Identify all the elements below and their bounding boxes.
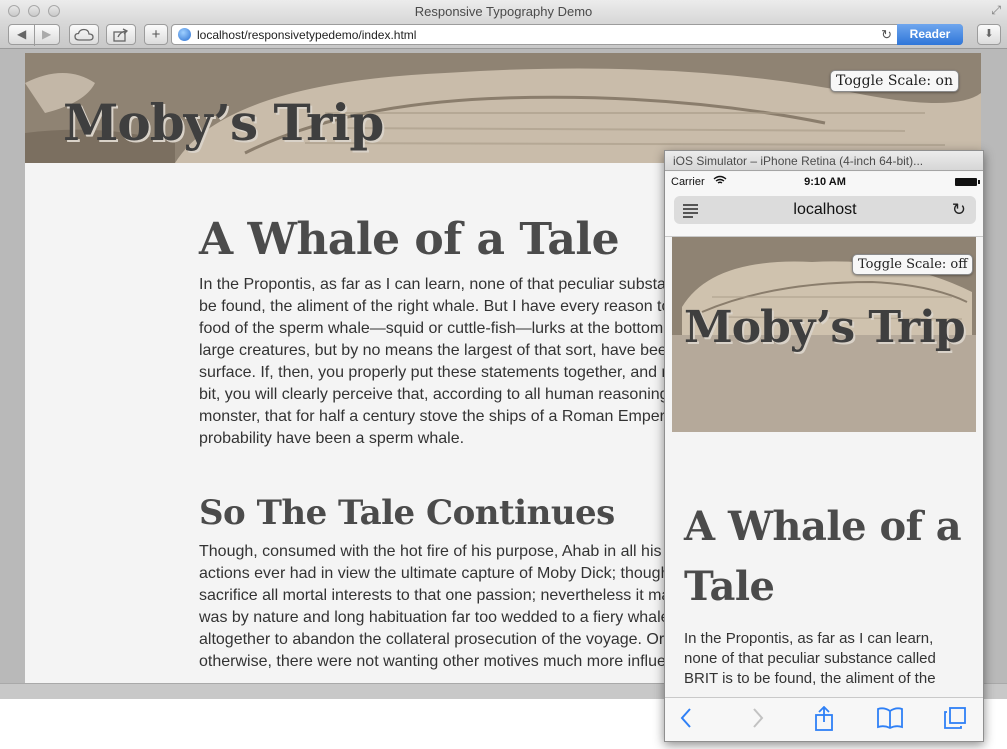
back-icon[interactable] bbox=[679, 706, 693, 737]
browser-toolbar: ◀ ▶ + localhost/responsivetypedemo/index… bbox=[0, 22, 1007, 49]
new-tab-button[interactable]: + bbox=[144, 24, 168, 45]
mobile-article-paragraph: In the Propontis, as far as I can learn,… bbox=[684, 629, 972, 689]
address-bar[interactable]: localhost/responsivetypedemo/index.html … bbox=[171, 24, 963, 45]
toggle-scale-button[interactable]: Toggle Scale: on bbox=[830, 70, 959, 92]
status-time: 9:10 AM bbox=[804, 176, 846, 188]
battery-icon bbox=[955, 178, 980, 186]
url-text[interactable]: localhost/responsivetypedemo/index.html bbox=[197, 28, 416, 42]
mobile-hero-banner: Toggle Scale: off Moby’s Trip bbox=[672, 237, 976, 432]
cloud-icon bbox=[74, 28, 94, 41]
reader-button[interactable]: Reader bbox=[897, 24, 963, 45]
tabs-icon[interactable] bbox=[942, 706, 968, 737]
forward-icon[interactable] bbox=[751, 706, 765, 737]
globe-icon bbox=[178, 28, 191, 41]
back-forward-group: ◀ ▶ bbox=[8, 24, 60, 46]
ios-host-label[interactable]: localhost bbox=[674, 201, 976, 219]
share-button[interactable] bbox=[106, 24, 136, 45]
paragraph-line: none of that peculiar substance called bbox=[684, 650, 936, 667]
fullscreen-icon[interactable]: ⤢ bbox=[991, 3, 1001, 18]
simulator-window-title: iOS Simulator – iPhone Retina (4-inch 64… bbox=[665, 151, 983, 171]
share-icon bbox=[113, 28, 129, 42]
site-title: Moby’s Trip bbox=[63, 93, 384, 152]
mobile-site-title: Moby’s Trip bbox=[684, 302, 966, 353]
back-arrow-icon[interactable]: ◀ bbox=[17, 25, 26, 44]
downloads-icon[interactable]: ⬇ bbox=[977, 24, 1001, 45]
plus-icon: + bbox=[151, 26, 161, 43]
reload-icon[interactable]: ↻ bbox=[881, 27, 892, 43]
window-title: Responsive Typography Demo bbox=[414, 4, 593, 19]
mobile-web-page: Toggle Scale: off Moby’s Trip A Whale of… bbox=[672, 237, 976, 697]
ios-status-bar: Carrier 9:10 AM bbox=[665, 172, 983, 192]
hero-banner: Moby’s Trip Toggle Scale: on bbox=[25, 53, 981, 163]
ios-address-bar[interactable]: localhost ↻ bbox=[674, 196, 976, 224]
mobile-article-heading: A Whale of a Tale bbox=[684, 503, 962, 610]
paragraph-line: BRIT is to be found, the aliment of the bbox=[684, 670, 936, 687]
title-bar: Responsive Typography Demo ⤢ bbox=[0, 0, 1007, 22]
forward-arrow-icon[interactable]: ▶ bbox=[42, 25, 51, 44]
ios-bottom-toolbar bbox=[665, 697, 983, 741]
icloud-tabs-button[interactable] bbox=[69, 24, 99, 45]
share-icon[interactable] bbox=[813, 705, 835, 739]
ios-address-area: localhost ↻ bbox=[665, 192, 983, 237]
toggle-scale-button[interactable]: Toggle Scale: off bbox=[852, 254, 974, 275]
bookmarks-icon[interactable] bbox=[876, 706, 904, 737]
ios-reload-icon[interactable]: ↻ bbox=[952, 200, 966, 220]
paragraph-line: In the Propontis, as far as I can learn, bbox=[684, 630, 934, 647]
ios-simulator-window: iOS Simulator – iPhone Retina (4-inch 64… bbox=[664, 150, 984, 742]
